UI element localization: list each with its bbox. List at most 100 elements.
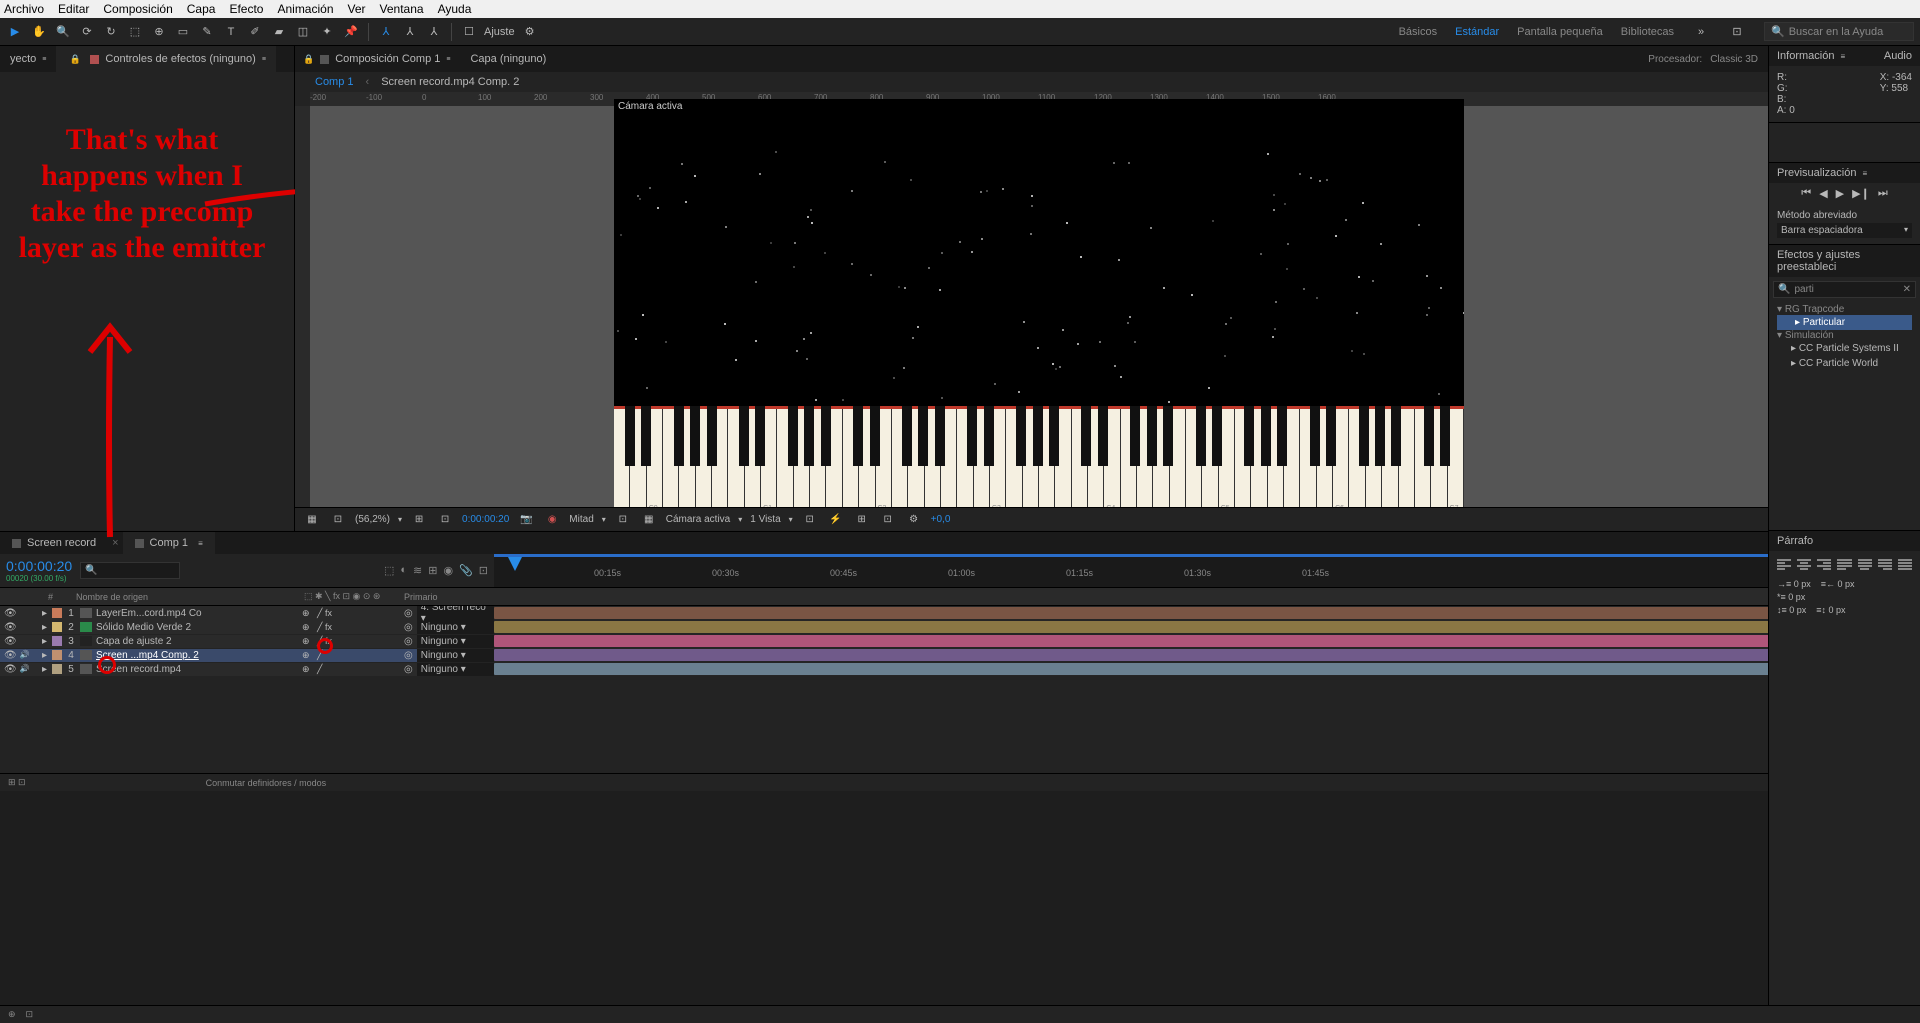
brush-tool-icon[interactable]: ✐ <box>246 23 264 41</box>
layer-name[interactable]: Screen ...mp4 Comp. 2 <box>94 650 300 661</box>
pixel-aspect-icon[interactable]: ⊡ <box>801 511 819 529</box>
shortcut-dropdown[interactable]: Barra espaciadora ▾ <box>1777 223 1912 238</box>
fast-preview-icon[interactable]: ⚡ <box>827 511 845 529</box>
preview-next-icon[interactable]: ▶❙ <box>1852 187 1870 200</box>
parent-dropdown[interactable]: Ninguno ▾ <box>417 635 494 648</box>
resolution-dropdown[interactable]: Mitad <box>569 514 593 525</box>
pen-tool-icon[interactable]: ✎ <box>198 23 216 41</box>
preview-first-icon[interactable]: ⏮ <box>1801 187 1811 200</box>
zoom-tool-icon[interactable]: 🔍 <box>54 23 72 41</box>
effects-search[interactable]: 🔍 parti ✕ <box>1773 281 1916 298</box>
menu-capa[interactable]: Capa <box>187 2 216 16</box>
hand-tool-icon[interactable]: ✋ <box>30 23 48 41</box>
timeline-layer-row[interactable]: 👁🔊 ▸ 4 Screen ...mp4 Comp. 2 ⊕ ╱ ◎Ningun… <box>0 648 1920 662</box>
align-left-icon[interactable] <box>1777 559 1791 573</box>
toggle-switches[interactable]: ⊞ ⊡ <box>8 777 26 788</box>
roi-icon[interactable]: ⊡ <box>614 511 632 529</box>
fx-cc-particle-world[interactable]: ▸ CC Particle World <box>1777 356 1912 371</box>
workspace-basicos[interactable]: Básicos <box>1399 26 1438 38</box>
timeline-timecode[interactable]: 0:00:00:20 <box>6 558 72 574</box>
renderer-value[interactable]: Classic 3D <box>1710 54 1758 65</box>
tl-frame-blend-icon[interactable]: ◐ <box>400 564 407 577</box>
justify-all-icon[interactable] <box>1898 559 1912 573</box>
preview-panel-title[interactable]: Previsualización <box>1777 167 1856 179</box>
timeline-layer-row[interactable]: 👁🔊 ▸ 5 Screen record.mp4 ⊕ ╱ ◎Ninguno ▾ <box>0 662 1920 676</box>
timeline-icon[interactable]: ⊞ <box>853 511 871 529</box>
footer-text[interactable]: Conmutar definidores / modos <box>206 778 327 788</box>
camera-dropdown[interactable]: Cámara activa <box>666 514 730 525</box>
fx-cc-particle-systems[interactable]: ▸ CC Particle Systems II <box>1777 341 1912 356</box>
layout-icon[interactable]: ⊞ <box>410 511 428 529</box>
shape-tool-icon[interactable]: ▭ <box>174 23 192 41</box>
clone-tool-icon[interactable]: ▰ <box>270 23 288 41</box>
roto-tool-icon[interactable]: ✦ <box>318 23 336 41</box>
grid-icon[interactable]: ⊡ <box>436 511 454 529</box>
visibility-icon[interactable]: 👁 <box>4 622 17 633</box>
preview-prev-icon[interactable]: ◀ <box>1819 187 1827 200</box>
menu-animacion[interactable]: Animación <box>277 2 333 16</box>
channel-icon[interactable]: ◉ <box>543 511 561 529</box>
snapshot-icon[interactable]: 📷 <box>517 511 535 529</box>
tl-brain-icon[interactable]: ◉ <box>443 564 453 577</box>
viewer-time[interactable]: 0:00:00:20 <box>462 514 509 525</box>
composition-canvas[interactable]: Cámara activa C0C1C2C3C4C5C6C7 <box>614 99 1464 507</box>
justify-last-right-icon[interactable] <box>1878 559 1892 573</box>
status-icon-2[interactable]: ⊡ <box>26 1009 34 1020</box>
effects-panel-title[interactable]: Efectos y ajustes preestableci <box>1777 249 1912 273</box>
help-search[interactable]: 🔍 Buscar en la Ayuda <box>1764 22 1914 41</box>
audio-panel-title[interactable]: Audio <box>1884 50 1912 62</box>
orbit-tool-icon[interactable]: ⟳ <box>78 23 96 41</box>
layer-name[interactable]: LayerEm...cord.mp4 Co <box>94 608 300 619</box>
selection-tool-icon[interactable]: ▶ <box>6 23 24 41</box>
reset-workspace-icon[interactable]: ⊡ <box>1728 23 1746 41</box>
preview-last-icon[interactable]: ⏭ <box>1878 187 1888 200</box>
rotate-tool-icon[interactable]: ↻ <box>102 23 120 41</box>
snap-nearby-icon[interactable]: ⚙ <box>521 23 539 41</box>
parent-pickwhip-icon[interactable]: ◎ <box>404 636 413 647</box>
paragraph-title[interactable]: Párrafo <box>1769 531 1920 551</box>
menu-archivo[interactable]: Archivo <box>4 2 44 16</box>
zoom-value[interactable]: (56,2%) <box>355 514 390 525</box>
camera-tool-icon[interactable]: ⬚ <box>126 23 144 41</box>
align-center-icon[interactable] <box>1797 559 1811 573</box>
view-axis-icon[interactable]: ⅄ <box>425 23 443 41</box>
tl-clip-icon[interactable]: 📎 <box>459 564 473 577</box>
menu-composicion[interactable]: Composición <box>103 2 172 16</box>
clear-search-icon[interactable]: ✕ <box>1903 284 1911 295</box>
parent-dropdown[interactable]: Ninguno ▾ <box>417 663 494 676</box>
exposure-reset-icon[interactable]: ⚙ <box>905 511 923 529</box>
parent-pickwhip-icon[interactable]: ◎ <box>404 664 413 675</box>
workspace-estandar[interactable]: Estándar <box>1455 26 1499 38</box>
transparency-icon[interactable]: ▦ <box>640 511 658 529</box>
workspace-pantalla[interactable]: Pantalla pequeña <box>1517 26 1603 38</box>
composition-tab[interactable]: 🔒 Composición Comp 1≡ <box>303 53 450 65</box>
parent-pickwhip-icon[interactable]: ◎ <box>404 608 413 619</box>
menu-ayuda[interactable]: Ayuda <box>438 2 472 16</box>
view-count[interactable]: 1 Vista <box>750 514 780 525</box>
parent-dropdown[interactable]: Ninguno ▾ <box>417 649 494 662</box>
menu-efecto[interactable]: Efecto <box>229 2 263 16</box>
comp-breadcrumb-2[interactable]: Screen record.mp4 Comp. 2 <box>381 76 519 88</box>
timeline-layer-row[interactable]: 👁 ▸ 2 Sólido Medio Verde 2 ⊕ ╱ fx ◎Ningu… <box>0 620 1920 634</box>
layer-name[interactable]: Capa de ajuste 2 <box>94 636 300 647</box>
eraser-tool-icon[interactable]: ◫ <box>294 23 312 41</box>
parent-pickwhip-icon[interactable]: ◎ <box>404 650 413 661</box>
visibility-icon[interactable]: 👁 <box>4 608 17 619</box>
fx-particular[interactable]: ▸ Particular <box>1777 315 1912 330</box>
tl-motion-blur-icon[interactable]: ≋ <box>413 564 422 577</box>
pan-behind-tool-icon[interactable]: ⊕ <box>150 23 168 41</box>
alpha-icon[interactable]: ▦ <box>303 511 321 529</box>
text-tool-icon[interactable]: T <box>222 23 240 41</box>
status-icon[interactable]: ⊕ <box>8 1009 16 1020</box>
effect-controls-tab[interactable]: 🔒 Controles de efectos (ninguno)≡ <box>56 46 276 72</box>
playhead[interactable] <box>508 557 522 571</box>
tl-shy-icon[interactable]: ⬚ <box>384 564 394 577</box>
menu-ver[interactable]: Ver <box>348 2 366 16</box>
exposure-value[interactable]: +0,0 <box>931 514 951 525</box>
parent-pickwhip-icon[interactable]: ◎ <box>404 622 413 633</box>
comp-breadcrumb-active[interactable]: Comp 1 <box>315 76 354 88</box>
menu-ventana[interactable]: Ventana <box>380 2 424 16</box>
puppet-tool-icon[interactable]: 📌 <box>342 23 360 41</box>
layer-name[interactable]: Screen record.mp4 <box>94 664 300 675</box>
align-right-icon[interactable] <box>1817 559 1831 573</box>
